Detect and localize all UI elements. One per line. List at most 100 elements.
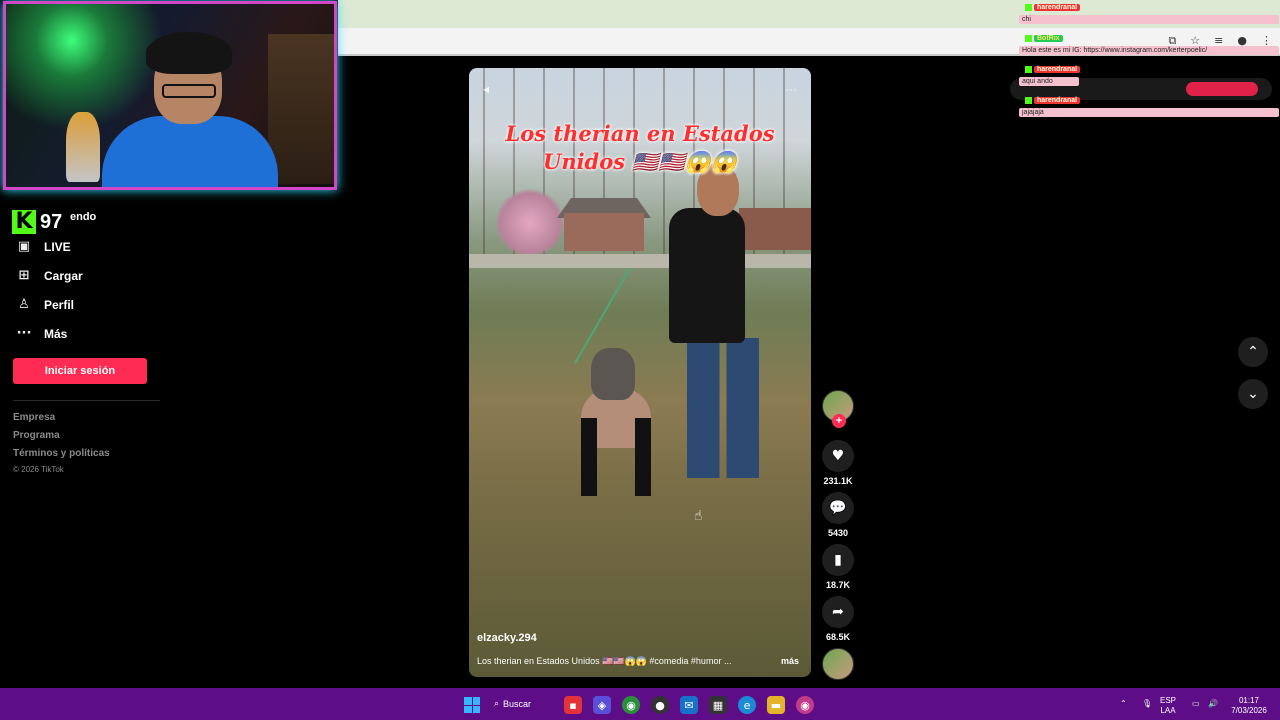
chat-badge-icon xyxy=(1025,4,1032,11)
copilot-icon[interactable]: ◈ xyxy=(593,696,611,714)
therian-arm-right xyxy=(635,418,651,496)
windows-taskbar xyxy=(0,688,1280,720)
video-scene-blossom-tree xyxy=(495,188,565,258)
video-player[interactable]: Los therian en Estados Unidos 🇺🇸🇺🇸😱😱 ◂ ·… xyxy=(469,68,811,677)
sidebar-item-label: Más xyxy=(44,326,68,341)
more-icon: ··· xyxy=(16,326,32,341)
therian-mask xyxy=(591,348,635,400)
like-count: 231.1K xyxy=(823,476,853,486)
live-icon: ▣ xyxy=(17,239,31,254)
therian-arm-left xyxy=(581,418,597,496)
share-button[interactable]: ➦ xyxy=(822,596,854,628)
mouse-cursor-icon: ☝ xyxy=(694,508,703,524)
kick-logo-icon: K xyxy=(12,210,36,234)
video-more-icon[interactable]: ··· xyxy=(785,82,797,96)
video-title-line1: Los therian en Estados xyxy=(505,121,775,146)
share-icon: ➦ xyxy=(832,604,844,620)
sidebar-item-label: LIVE xyxy=(44,239,71,254)
language-region: LAA xyxy=(1160,706,1176,715)
video-title-line2: Unidos 🇺🇸🇺🇸😱😱 xyxy=(543,149,737,174)
tray-overflow-icon[interactable]: ⌃ xyxy=(1120,699,1127,709)
chat-message-header: harendranal xyxy=(1025,4,1081,11)
chat-message-header: harendranal xyxy=(1025,66,1081,73)
chat-message-header: BotRix xyxy=(1025,35,1063,42)
webcam-overlay xyxy=(3,1,337,190)
kick-viewer-count: K 97 xyxy=(12,210,62,234)
clock-date: 7/03/2026 xyxy=(1231,706,1267,715)
sidebar-item-profile[interactable]: ♙ Perfil xyxy=(16,297,74,312)
screen: ⧉ ☆ ≡ ● ⋮ K 97 endo ▣ LIVE ⊞ Cargar ♙ Pe… xyxy=(0,0,1280,720)
next-video-button[interactable]: ⌄ xyxy=(1238,379,1268,409)
language-code: ESP xyxy=(1160,696,1177,705)
taskbar-app-icon[interactable]: ▪ xyxy=(564,696,582,714)
sidebar-item-partial[interactable]: endo xyxy=(70,211,96,223)
file-explorer-icon[interactable]: ▬ xyxy=(767,696,785,714)
chevron-down-icon: ⌄ xyxy=(1247,386,1259,402)
chrome-icon[interactable]: ◉ xyxy=(622,696,640,714)
caption-more-link[interactable]: más xyxy=(781,656,799,666)
sidebar-item-live[interactable]: ▣ LIVE xyxy=(16,239,71,254)
follow-plus-icon[interactable]: + xyxy=(832,414,846,428)
comment-icon: 💬 xyxy=(829,500,847,516)
header-login-button[interactable] xyxy=(1186,82,1258,96)
sidebar-item-more[interactable]: ··· Más xyxy=(16,326,68,341)
sidebar-item-upload[interactable]: ⊞ Cargar xyxy=(16,268,83,283)
like-button[interactable]: ♥ xyxy=(822,440,854,472)
webcam-person-shirt xyxy=(102,116,278,187)
chat-badge-icon xyxy=(1025,97,1032,104)
video-scene-road xyxy=(469,254,811,268)
outlook-icon[interactable]: ✉ xyxy=(680,696,698,714)
clock-time: 01:17 xyxy=(1238,696,1260,705)
footer-link-program[interactable]: Programa xyxy=(13,430,60,441)
chat-message: aqui ando xyxy=(1019,77,1079,86)
chat-message: chi xyxy=(1019,15,1279,24)
taskbar-search-label: Buscar xyxy=(503,699,532,709)
video-caption: Los therian en Estados Unidos 🇺🇸🇺🇸😱😱 #co… xyxy=(477,656,732,666)
search-icon: ⌕ xyxy=(494,699,500,709)
webcam-person-glasses xyxy=(162,84,216,98)
microphone-icon[interactable]: 🎙 xyxy=(1142,699,1152,709)
comment-count: 5430 xyxy=(827,528,849,538)
taskbar-search[interactable]: ⌕ Buscar xyxy=(494,694,552,714)
save-count: 18.7K xyxy=(825,580,851,590)
login-button[interactable]: Iniciar sesión xyxy=(13,358,147,384)
windows-start-icon[interactable] xyxy=(464,697,480,713)
github-icon[interactable]: ● xyxy=(651,696,669,714)
copyright: © 2026 TikTok xyxy=(13,465,64,474)
sound-avatar[interactable] xyxy=(822,648,854,680)
edge-icon[interactable]: e xyxy=(738,696,756,714)
chat-message-header: harendranal xyxy=(1025,97,1081,104)
clock[interactable]: 01:17 7/03/2026 xyxy=(1228,696,1270,716)
chevron-up-icon: ⌃ xyxy=(1247,344,1259,360)
webcam-person-hair xyxy=(146,32,232,74)
chat-username: harendranal xyxy=(1034,97,1081,104)
video-scene-therian xyxy=(581,348,661,498)
language-indicator[interactable]: ESP LAA xyxy=(1160,696,1176,716)
video-scene-house xyxy=(564,213,644,251)
video-username[interactable]: elzacky.294 xyxy=(477,632,537,644)
chat-badge-icon xyxy=(1025,35,1032,42)
sidebar-item-label: Cargar xyxy=(44,268,83,283)
video-scene-house-right xyxy=(739,208,811,250)
comment-button[interactable]: 💬 xyxy=(822,492,854,524)
profile-icon: ♙ xyxy=(18,297,30,312)
store-icon[interactable]: ▦ xyxy=(709,696,727,714)
kick-count: 97 xyxy=(40,210,63,233)
footer-link-company[interactable]: Empresa xyxy=(13,412,55,423)
volume-icon[interactable]: 🔊 xyxy=(1208,699,1218,709)
upload-icon: ⊞ xyxy=(18,268,30,283)
video-scene-man-body xyxy=(669,208,745,343)
previous-video-button[interactable]: ⌃ xyxy=(1238,337,1268,367)
footer-link-terms[interactable]: Términos y políticas xyxy=(13,448,110,459)
sidebar-divider xyxy=(13,400,160,401)
chat-message: jajajaja xyxy=(1019,108,1279,117)
network-icon[interactable]: ▭ xyxy=(1192,699,1200,709)
webcam-background-shelf xyxy=(268,34,334,184)
chrome-active-icon[interactable]: ◉ xyxy=(796,696,814,714)
webcam-lamp xyxy=(66,112,100,182)
mute-icon[interactable]: ◂ xyxy=(483,82,489,96)
chat-badge-icon xyxy=(1025,66,1032,73)
share-count: 68.5K xyxy=(825,632,851,642)
save-button[interactable]: ▮ xyxy=(822,544,854,576)
sidebar-item-label: Perfil xyxy=(44,297,75,312)
